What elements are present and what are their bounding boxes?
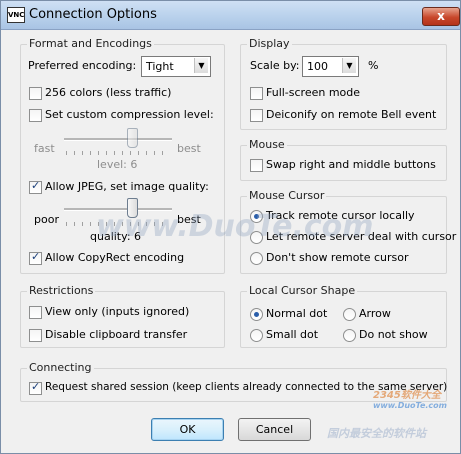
restrictions-title: Restrictions xyxy=(27,284,96,297)
small-dot-radio[interactable] xyxy=(250,329,263,342)
track-cursor-radio[interactable] xyxy=(250,210,263,223)
encoding-select-value: Tight xyxy=(146,60,174,73)
compression-slider-thumb[interactable] xyxy=(127,128,138,148)
copyrect-label: Allow CopyRect encoding xyxy=(45,251,185,264)
server-cursor-radio[interactable] xyxy=(250,231,263,244)
compression-level-text: level: 6 xyxy=(97,158,138,171)
compression-slider-track[interactable] xyxy=(64,138,172,141)
local-cursor-title: Local Cursor Shape xyxy=(247,284,358,297)
quality-slider-thumb[interactable] xyxy=(127,198,138,218)
deiconify-checkbox[interactable] xyxy=(250,109,263,122)
quality-slider-ticks xyxy=(66,222,170,226)
custom-compression-checkbox[interactable] xyxy=(29,109,42,122)
scale-unit: % xyxy=(368,59,379,72)
chevron-down-icon: ▼ xyxy=(342,58,356,73)
allow-jpeg-label: Allow JPEG, set image quality: xyxy=(45,180,209,193)
close-icon: x xyxy=(437,9,445,23)
format-encodings-title: Format and Encodings xyxy=(27,37,154,50)
small-dot-label: Small dot xyxy=(266,328,319,341)
deiconify-label: Deiconify on remote Bell event xyxy=(266,108,437,121)
view-only-checkbox[interactable] xyxy=(29,306,42,319)
compression-slider-ticks xyxy=(66,151,170,155)
server-cursor-label: Let remote server deal with cursor xyxy=(266,230,457,243)
fullscreen-label: Full-screen mode xyxy=(266,86,361,99)
ok-button[interactable]: OK xyxy=(151,418,224,441)
scale-select[interactable]: 100 ▼ xyxy=(302,56,359,77)
mouse-cursor-title: Mouse Cursor xyxy=(247,189,327,202)
normal-dot-radio[interactable] xyxy=(250,308,263,321)
view-only-label: View only (inputs ignored) xyxy=(45,305,190,318)
allow-jpeg-checkbox[interactable] xyxy=(29,179,42,194)
fullscreen-checkbox[interactable] xyxy=(250,87,263,100)
custom-compression-label: Set custom compression level: xyxy=(45,108,214,121)
arrow-radio[interactable] xyxy=(343,308,356,321)
close-button[interactable]: x xyxy=(422,7,460,26)
mouse-title: Mouse xyxy=(247,138,287,151)
connecting-title: Connecting xyxy=(27,361,94,374)
quality-best-label: best xyxy=(177,213,201,226)
scale-by-label: Scale by: xyxy=(250,59,300,72)
shared-session-label: Request shared session (keep clients alr… xyxy=(45,381,448,393)
watermark-url: www.DuoTe.com xyxy=(373,401,447,410)
hide-cursor-label: Don't show remote cursor xyxy=(266,251,409,264)
arrow-label: Arrow xyxy=(359,307,391,320)
disable-clipboard-checkbox[interactable] xyxy=(29,329,42,342)
quality-poor-label: poor xyxy=(34,213,59,226)
preferred-encoding-label: Preferred encoding: xyxy=(28,59,137,72)
disable-clipboard-label: Disable clipboard transfer xyxy=(45,328,188,341)
connection-options-dialog: VNC Connection Options x Format and Enco… xyxy=(0,0,461,454)
encoding-select[interactable]: Tight ▼ xyxy=(141,56,211,77)
colors256-checkbox[interactable] xyxy=(29,87,42,100)
compression-best-label: best xyxy=(177,142,201,155)
track-cursor-label: Track remote cursor locally xyxy=(266,209,415,222)
do-not-show-radio[interactable] xyxy=(343,329,356,342)
quality-slider-track[interactable] xyxy=(64,208,172,211)
window-title: Connection Options xyxy=(29,7,157,22)
normal-dot-label: Normal dot xyxy=(266,307,328,320)
colors256-label: 256 colors (less traffic) xyxy=(45,86,172,99)
watermark-footer: 国内最安全的软件站 xyxy=(327,427,426,440)
cancel-button[interactable]: Cancel xyxy=(238,418,311,441)
quality-level-text: quality: 6 xyxy=(90,230,142,243)
title-bar[interactable]: VNC Connection Options x xyxy=(1,1,460,30)
chevron-down-icon: ▼ xyxy=(194,58,208,73)
do-not-show-label: Do not show xyxy=(359,328,428,341)
compression-fast-label: fast xyxy=(34,142,55,155)
cancel-label: Cancel xyxy=(255,423,294,436)
hide-cursor-radio[interactable] xyxy=(250,252,263,265)
vnc-app-icon: VNC xyxy=(7,7,25,23)
shared-session-checkbox[interactable] xyxy=(29,380,42,395)
copyrect-checkbox[interactable] xyxy=(29,250,42,265)
scale-select-value: 100 xyxy=(307,60,328,73)
display-title: Display xyxy=(247,37,292,50)
swap-buttons-label: Swap right and middle buttons xyxy=(266,158,436,171)
swap-buttons-checkbox[interactable] xyxy=(250,159,263,172)
